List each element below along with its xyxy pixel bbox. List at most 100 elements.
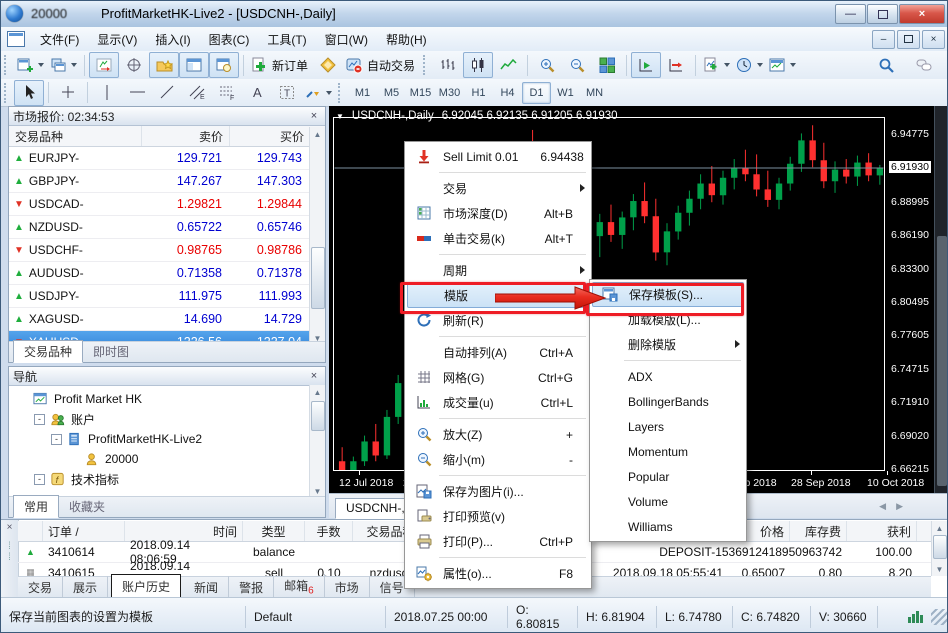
tab-common[interactable]: 常用 (13, 495, 59, 518)
market-watch-scrollbar[interactable]: ▲ ▼ (309, 127, 325, 345)
tpl-momentum[interactable]: Momentum (592, 439, 744, 464)
ctx-单击交易-k-[interactable]: 单击交易(k)Alt+T (407, 226, 589, 251)
child-minimize-button[interactable]: – (872, 30, 895, 49)
menu-file[interactable]: 文件(F) (31, 28, 88, 51)
market-watch-row[interactable]: ▲GBPJPY-147.267147.303 (9, 170, 325, 193)
col-profit[interactable]: 获利 (847, 521, 917, 541)
resize-grip[interactable] (931, 609, 947, 625)
templates-button[interactable] (766, 52, 799, 78)
terminal-scrollbar[interactable]: ▲ ▼ (931, 521, 947, 576)
crosshair-tool-button[interactable] (53, 80, 83, 106)
market-watch-row[interactable]: ▲AUDUSD-0.713580.71378 (9, 262, 325, 285)
timeframe-m1[interactable]: M1 (348, 82, 377, 104)
chart-shift-button[interactable] (661, 52, 691, 78)
profiles-button[interactable] (47, 52, 80, 78)
market-watch-row[interactable]: ▲EURJPY-129.721129.743 (9, 147, 325, 170)
market-watch-row[interactable]: ▼USDCHF-0.987650.98786 (9, 239, 325, 262)
col-type[interactable]: 类型 (243, 521, 305, 541)
ctx-交易[interactable]: 交易 (407, 176, 589, 201)
tpl-volume[interactable]: Volume (592, 489, 744, 514)
autotrading-button[interactable]: 自动交易 (343, 52, 420, 78)
ctx-sell-limit-0-01[interactable]: Sell Limit 0.016.94438 (407, 144, 589, 169)
text-a-button[interactable]: A (242, 80, 272, 106)
col-order[interactable]: 订单 / (43, 521, 125, 541)
hline-button[interactable] (122, 80, 152, 106)
shapes-button[interactable] (302, 80, 335, 106)
market-watch-row[interactable]: ▲USDJPY-111.975111.993 (9, 285, 325, 308)
market-watch-button[interactable] (179, 52, 209, 78)
restore-button[interactable] (867, 4, 898, 24)
tile-windows-button[interactable] (592, 52, 622, 78)
timeframe-mn[interactable]: MN (580, 82, 609, 104)
favorites-button[interactable] (149, 52, 179, 78)
zoom-out-button[interactable] (562, 52, 592, 78)
tree-item-20000[interactable]: 20000 (13, 449, 325, 469)
menu-insert[interactable]: 插入(I) (146, 28, 199, 51)
ctx-周期[interactable]: 周期 (407, 258, 589, 283)
tpl-popular[interactable]: Popular (592, 464, 744, 489)
collapse-icon[interactable]: - (51, 434, 62, 445)
collapse-icon[interactable]: - (34, 474, 45, 485)
chart-candles-button[interactable] (463, 52, 493, 78)
tab-scroll-right-icon[interactable]: ▶ (896, 501, 903, 512)
ctx-缩小-m-[interactable]: 缩小(m)- (407, 447, 589, 472)
col-ask[interactable]: 买价 (230, 126, 310, 146)
menu-charts[interactable]: 图表(C) (200, 28, 259, 51)
market-watch-row[interactable]: ▲NZDUSD-0.657220.65746 (9, 216, 325, 239)
ctx-保存为图片-i-[interactable]: 保存为图片(i)... (407, 479, 589, 504)
navigator-scrollbar[interactable]: ▲ ▼ (309, 385, 325, 498)
autoscroll-button[interactable] (631, 52, 661, 78)
ctx-成交量-u-[interactable]: 成交量(u)Ctrl+L (407, 390, 589, 415)
tree-item-技术指标[interactable]: -f技术指标 (13, 469, 325, 489)
chart-scrollbar[interactable] (934, 106, 948, 493)
menu-window[interactable]: 窗口(W) (316, 28, 377, 51)
timeframe-m5[interactable]: M5 (377, 82, 406, 104)
market-watch-row[interactable]: ▲XAGUSD-14.69014.729 (9, 308, 325, 331)
new-chart-button[interactable] (14, 52, 47, 78)
channel-button[interactable]: E (182, 80, 212, 106)
col-icon[interactable] (18, 521, 43, 541)
market-watch-close-icon[interactable]: × (307, 110, 321, 122)
ctx-市场深度-d-[interactable]: 市场深度(D)Alt+B (407, 201, 589, 226)
tpl-删除模版[interactable]: 删除模版 (592, 332, 744, 357)
chart-bars-button[interactable] (433, 52, 463, 78)
col-bid[interactable]: 卖价 (142, 126, 230, 146)
navigator-close-icon[interactable]: × (307, 370, 321, 382)
metaeditor-button[interactable] (313, 52, 343, 78)
col-lots[interactable]: 手数 (305, 521, 353, 541)
zoom-in-button[interactable] (532, 52, 562, 78)
timeframe-h1[interactable]: H1 (464, 82, 493, 104)
text-label-button[interactable]: T (272, 80, 302, 106)
minimize-button[interactable]: — (835, 4, 866, 24)
tree-item-profit-market-hk[interactable]: Profit Market HK (13, 389, 325, 409)
tline-button[interactable] (152, 80, 182, 106)
timeframe-h4[interactable]: H4 (493, 82, 522, 104)
child-close-button[interactable]: × (922, 30, 945, 49)
terminal-tab-交易[interactable]: 交易 (18, 576, 63, 599)
search-button[interactable] (871, 52, 901, 78)
tab-favorites[interactable]: 收藏夹 (59, 496, 115, 517)
terminal-tab-账户历史[interactable]: 账户历史 (111, 574, 181, 599)
chart-line-button[interactable] (493, 52, 523, 78)
menu-help[interactable]: 帮助(H) (377, 28, 436, 51)
vline-button[interactable] (92, 80, 122, 106)
tab-scroll-left-icon[interactable]: ◀ (879, 501, 886, 512)
ctx-打印预览-v-[interactable]: 打印预览(v) (407, 504, 589, 529)
terminal-close-icon[interactable]: × (1, 520, 18, 533)
tpl-williams[interactable]: Williams (592, 514, 744, 539)
menu-tools[interactable]: 工具(T) (258, 28, 315, 51)
chat-button[interactable] (909, 52, 939, 78)
tick-chart-button[interactable] (89, 52, 119, 78)
menu-view[interactable]: 显示(V) (88, 28, 146, 51)
data-window-button[interactable] (209, 52, 239, 78)
collapse-icon[interactable]: - (34, 414, 45, 425)
col-swap[interactable]: 库存费 (790, 521, 847, 541)
tab-tick-chart[interactable]: 即时图 (83, 341, 139, 362)
terminal-tab-邮箱[interactable]: 邮箱6 (274, 574, 325, 599)
tree-item-profitmarkethk-live2[interactable]: -ProfitMarketHK-Live2 (13, 429, 325, 449)
indicators-add-button[interactable] (700, 52, 733, 78)
cursor-button[interactable] (14, 80, 44, 106)
ctx-打印-p-[interactable]: 打印(P)...Ctrl+P (407, 529, 589, 554)
col-symbol[interactable]: 交易品种 (9, 126, 142, 146)
ctx-属性-o-[interactable]: 属性(o)...F8 (407, 561, 589, 586)
